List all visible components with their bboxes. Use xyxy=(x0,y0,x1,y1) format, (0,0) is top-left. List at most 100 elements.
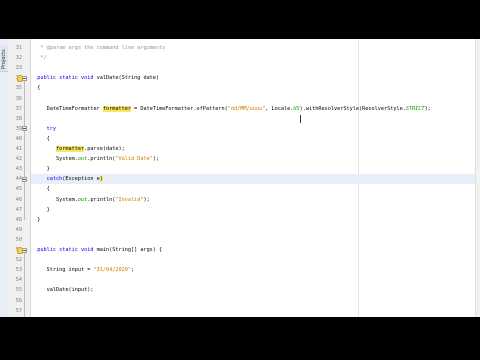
code-line[interactable] xyxy=(31,63,475,73)
line-number: 33 xyxy=(15,65,22,72)
code-line[interactable] xyxy=(31,296,475,306)
code-line[interactable] xyxy=(31,235,475,245)
line-number: 56 xyxy=(15,297,22,304)
code-token: System. xyxy=(31,196,78,203)
code-token: { xyxy=(31,85,41,92)
code-token: STRICT xyxy=(405,105,425,112)
code-token: catch xyxy=(31,176,63,183)
code-line[interactable]: { xyxy=(31,83,475,93)
code-token: formatter xyxy=(102,105,131,112)
code-token: , Locale. xyxy=(265,105,294,112)
code-line[interactable]: public static void main(String[] args) { xyxy=(31,245,475,255)
code-line[interactable]: * @param args the command line arguments xyxy=(31,43,475,53)
code-line[interactable] xyxy=(31,255,475,265)
code-token: * xyxy=(31,45,47,51)
code-token: out xyxy=(77,196,88,203)
code-token: ; xyxy=(130,267,135,274)
code-token: valDate(input); xyxy=(31,287,94,294)
line-number: 38 xyxy=(15,115,22,122)
line-number: 48 xyxy=(15,216,22,223)
error-stripe xyxy=(475,39,480,317)
line-number: 42 xyxy=(15,156,22,163)
code-line[interactable] xyxy=(31,114,475,124)
code-token: = DateTimeFormatter.ofPattern( xyxy=(130,105,228,112)
code-line[interactable]: } xyxy=(31,215,475,225)
projects-tab-label: Projects xyxy=(1,49,7,69)
line-number: 54 xyxy=(15,277,22,284)
code-editor[interactable]: * @param args the command line arguments… xyxy=(31,39,475,317)
code-token: System. xyxy=(31,156,78,163)
code-token: ) xyxy=(99,176,103,183)
line-number: 44 xyxy=(15,176,22,183)
code-line[interactable]: DateTimeFormatter formatter = DateTimeFo… xyxy=(31,104,475,114)
projects-tab[interactable]: Projects xyxy=(0,45,8,72)
fold-guide xyxy=(24,181,25,211)
code-token: @param args the command line arguments xyxy=(46,45,166,51)
code-token: (Exception e xyxy=(62,176,100,183)
fold-guide xyxy=(24,252,25,317)
code-token: "Invalid" xyxy=(115,196,144,203)
code-token: out xyxy=(77,156,88,163)
code-line[interactable]: { xyxy=(31,184,475,194)
code-token: main(String[] args) { xyxy=(96,247,163,253)
code-token: ); xyxy=(152,156,160,163)
code-token: } xyxy=(31,206,50,213)
hint-bulb-icon[interactable] xyxy=(17,246,23,254)
code-line[interactable]: } xyxy=(31,316,475,317)
code-token: ); xyxy=(424,105,431,112)
line-number: 57 xyxy=(15,307,22,314)
code-token: public static void xyxy=(31,247,97,253)
code-token: valDate(String date) xyxy=(96,75,160,82)
code-token: ); xyxy=(143,196,150,203)
code-token: "dd/MM/uuuu" xyxy=(227,105,266,112)
code-token: { xyxy=(31,135,50,142)
fold-guide xyxy=(24,131,25,170)
code-line[interactable] xyxy=(31,275,475,285)
hint-bulb-icon[interactable] xyxy=(17,74,23,82)
line-number: 39 xyxy=(15,125,22,132)
code-line[interactable]: public static void valDate(String date) xyxy=(31,73,475,83)
code-line[interactable]: */ xyxy=(31,53,475,63)
code-line[interactable] xyxy=(31,225,475,235)
code-token: formatter xyxy=(56,146,85,152)
code-token: .parse(date); xyxy=(84,146,125,152)
line-number: 55 xyxy=(15,287,22,294)
line-number: 35 xyxy=(15,85,22,92)
code-line[interactable]: catch(Exception e) xyxy=(31,174,475,185)
line-number: 37 xyxy=(15,105,22,112)
code-token: } xyxy=(31,216,41,223)
line-number: 47 xyxy=(15,206,22,213)
line-number: 50 xyxy=(15,236,22,243)
code-line[interactable]: } xyxy=(31,164,475,174)
code-line[interactable] xyxy=(31,94,475,104)
code-token: String input = xyxy=(31,267,94,274)
line-number: 43 xyxy=(15,166,22,173)
code-line[interactable]: System.out.println("Valid Date"); xyxy=(31,154,475,164)
line-number: 36 xyxy=(15,95,22,102)
code-token: { xyxy=(31,186,50,193)
code-token: try xyxy=(31,125,56,132)
code-line[interactable]: valDate(input); xyxy=(31,285,475,295)
code-line[interactable]: try xyxy=(31,124,475,134)
code-token: DateTimeFormatter xyxy=(31,105,103,112)
code-token: "31/04/2020" xyxy=(93,267,131,274)
code-token: */ xyxy=(31,55,47,62)
code-line[interactable]: } xyxy=(31,205,475,215)
ide-window: Projects * @param args the command line … xyxy=(0,39,480,317)
line-number: 53 xyxy=(15,267,22,274)
code-token: .println( xyxy=(87,196,116,203)
line-number: 52 xyxy=(15,257,22,264)
line-number: 31 xyxy=(15,45,22,51)
code-line[interactable]: String input = "31/04/2020"; xyxy=(31,265,475,275)
line-number: 58 xyxy=(8,316,22,317)
line-number: 41 xyxy=(15,146,22,152)
code-line[interactable]: System.out.println("Invalid"); xyxy=(31,195,475,205)
code-token: ).withResolverStyle(ResolverStyle. xyxy=(299,105,406,112)
line-number: 49 xyxy=(15,226,22,233)
code-token: "Valid Date" xyxy=(115,156,153,163)
code-token: .println( xyxy=(87,156,116,163)
code-line[interactable]: formatter.parse(date); xyxy=(31,144,475,154)
code-line[interactable]: { xyxy=(31,134,475,144)
code-line[interactable] xyxy=(31,306,475,316)
